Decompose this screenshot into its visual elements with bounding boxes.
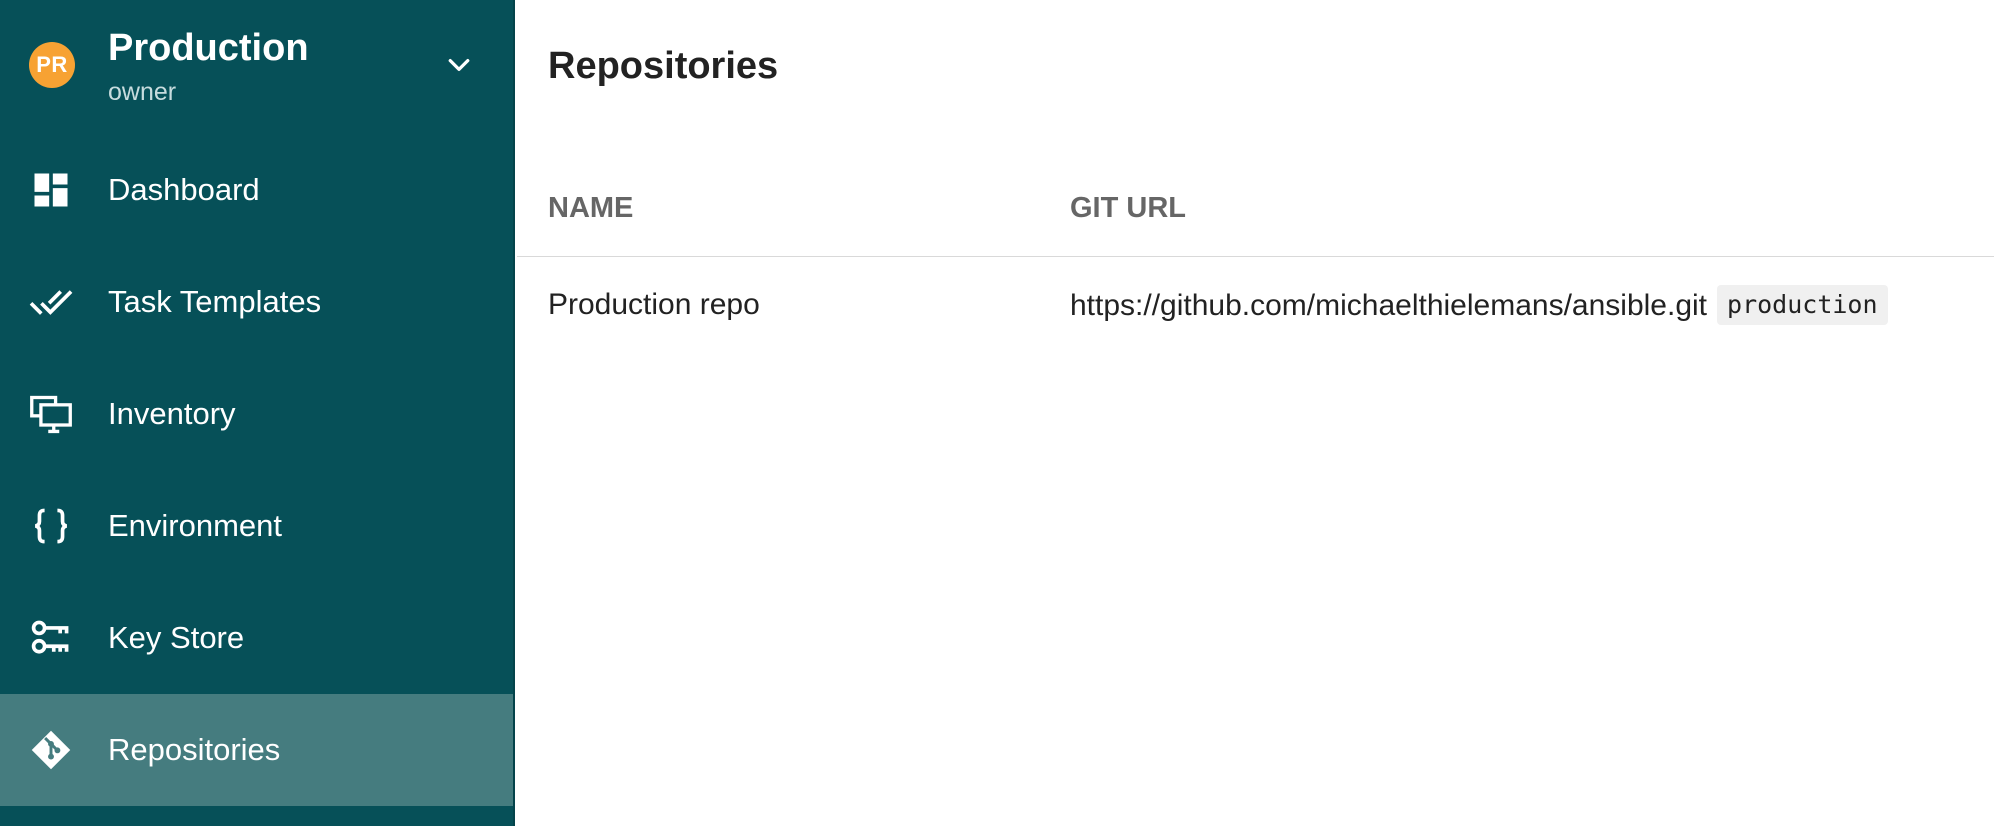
column-header-git-url[interactable]: GIT URL <box>1070 190 1186 226</box>
git-icon <box>31 730 71 770</box>
project-switcher[interactable]: PR Production owner <box>0 0 513 134</box>
curly-braces-icon <box>34 508 68 544</box>
repository-git-url: https://github.com/michaelthielemans/ans… <box>1070 288 1708 322</box>
branch-badge: production <box>1717 285 1888 325</box>
monitor-icon <box>30 395 72 434</box>
repository-name: Production repo <box>548 288 760 321</box>
project-role: owner <box>108 78 177 106</box>
sidebar-item-label: Repositories <box>108 732 281 767</box>
sidebar-item-dashboard[interactable]: Dashboard <box>0 134 513 246</box>
chevron-down-icon[interactable] <box>444 50 474 80</box>
sidebar-item-label: Environment <box>108 508 283 543</box>
double-check-icon <box>29 290 73 315</box>
sidebar-item-label: Task Templates <box>108 284 322 319</box>
main-content: Repositories NAME GIT URL Production rep… <box>517 0 1994 826</box>
project-avatar: PR <box>29 42 75 88</box>
table-header: NAME GIT URL <box>517 150 1994 257</box>
sidebar-item-label: Dashboard <box>108 172 260 207</box>
keys-icon <box>31 620 69 654</box>
dashboard-icon <box>34 173 68 207</box>
repository-git-url-cell: https://github.com/michaelthielemans/ans… <box>1070 285 1888 327</box>
sidebar-item-environment[interactable]: Environment <box>0 470 513 582</box>
repositories-table: NAME GIT URL Production repo https://git… <box>517 150 1994 353</box>
sidebar-item-inventory[interactable]: Inventory <box>0 358 513 470</box>
sidebar-item-key-store[interactable]: Key Store <box>0 582 513 694</box>
project-name: Production <box>108 27 309 69</box>
sidebar: PR Production owner Dashboard Task Templ… <box>0 0 515 826</box>
column-header-name[interactable]: NAME <box>548 190 633 226</box>
page-title: Repositories <box>548 45 779 87</box>
sidebar-item-repositories[interactable]: Repositories <box>0 694 513 806</box>
sidebar-item-label: Inventory <box>108 396 236 431</box>
table-row[interactable]: Production repo https://github.com/micha… <box>517 257 1994 353</box>
sidebar-item-task-templates[interactable]: Task Templates <box>0 246 513 358</box>
sidebar-item-label: Key Store <box>108 620 245 655</box>
app-window: PR Production owner Dashboard Task Templ… <box>0 0 1994 826</box>
